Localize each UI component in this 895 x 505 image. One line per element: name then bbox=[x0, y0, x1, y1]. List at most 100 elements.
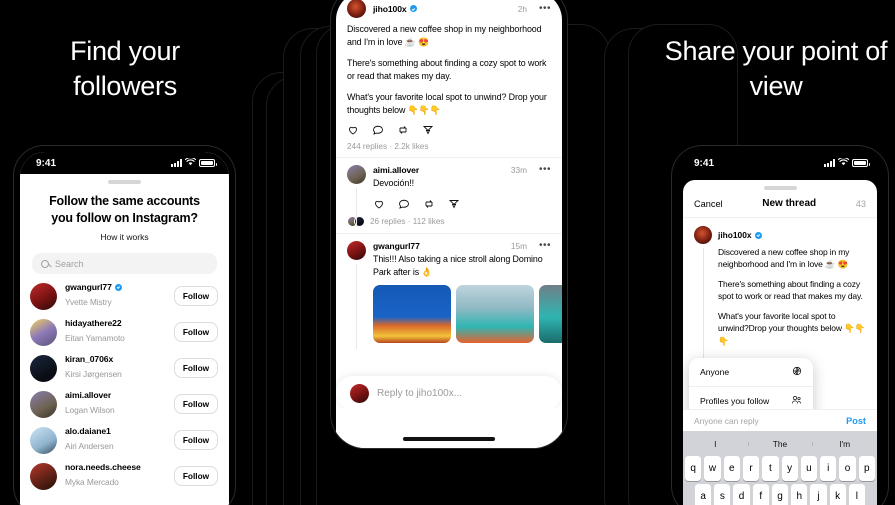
key-h[interactable]: h bbox=[791, 484, 808, 505]
reply-icon[interactable] bbox=[372, 124, 384, 136]
list-item[interactable]: alo.daiane1 Airi Andersen Follow bbox=[20, 422, 229, 458]
audience-option-label: Anyone bbox=[700, 367, 730, 377]
key-l[interactable]: l bbox=[848, 484, 865, 505]
prediction-chip[interactable]: I'm bbox=[812, 439, 877, 449]
status-icons bbox=[824, 157, 870, 168]
follow-button[interactable]: Follow bbox=[174, 286, 218, 306]
key-u[interactable]: u bbox=[800, 456, 818, 481]
key-a[interactable]: a bbox=[695, 484, 712, 505]
key-r[interactable]: r bbox=[742, 456, 760, 481]
post-username[interactable]: jiho100x bbox=[373, 4, 417, 14]
thread-connector bbox=[356, 263, 357, 349]
more-options-icon[interactable]: ••• bbox=[539, 3, 551, 14]
follow-button[interactable]: Follow bbox=[174, 394, 218, 414]
post-actions bbox=[347, 117, 551, 136]
avatar[interactable] bbox=[347, 240, 366, 260]
followers-list: gwangurl77 Yvette Mistry Follow hidayath… bbox=[20, 278, 229, 494]
post-media-carousel[interactable] bbox=[373, 279, 562, 343]
post-stats[interactable]: 26 replies · 112 likes bbox=[370, 217, 444, 226]
verified-badge-icon bbox=[409, 5, 417, 12]
key-t[interactable]: t bbox=[762, 456, 779, 481]
list-item[interactable]: gwangurl77 Yvette Mistry Follow bbox=[20, 278, 229, 314]
keyboard-predictions: I The I'm bbox=[683, 434, 877, 453]
right-screen: 9:41 Cancel New thread 43 jiho100x Disco… bbox=[678, 152, 882, 505]
list-item-username: aimi.allover bbox=[65, 390, 112, 400]
battery-icon bbox=[199, 159, 217, 167]
prediction-chip[interactable]: The bbox=[747, 439, 813, 449]
thread-post[interactable]: gwangurl77 15m ••• This!!! Also taking a… bbox=[336, 234, 562, 349]
audience-option-anyone[interactable]: Anyone bbox=[689, 358, 813, 387]
repost-icon[interactable] bbox=[397, 124, 409, 136]
repost-icon[interactable] bbox=[423, 198, 435, 210]
status-time: 9:41 bbox=[694, 157, 715, 169]
post-button[interactable]: Post bbox=[846, 416, 866, 426]
status-time: 9:41 bbox=[36, 157, 57, 169]
media-image[interactable] bbox=[456, 284, 534, 343]
key-s[interactable]: s bbox=[714, 484, 731, 505]
post-paragraph: What's your favorite local spot to unwin… bbox=[347, 92, 547, 116]
key-i[interactable]: i bbox=[820, 456, 837, 481]
share-icon[interactable] bbox=[422, 124, 434, 136]
more-options-icon[interactable]: ••• bbox=[539, 165, 551, 175]
prediction-chip[interactable]: I bbox=[683, 439, 748, 449]
phone-left: 9:41 Follow the same accounts you follow… bbox=[14, 146, 235, 505]
keyboard-row-1: q w e r t y u i o p bbox=[683, 453, 877, 481]
list-item-meta: kiran_0706x Kirsi Jørgensen bbox=[65, 354, 166, 382]
media-image[interactable] bbox=[539, 284, 562, 343]
list-item-meta: hidayathere22 Eitan Yamamoto bbox=[65, 318, 166, 346]
reply-placeholder: Reply to jiho100x... bbox=[377, 387, 463, 399]
more-options-icon[interactable]: ••• bbox=[539, 240, 551, 251]
like-icon[interactable] bbox=[373, 198, 385, 210]
key-y[interactable]: y bbox=[781, 456, 798, 481]
reply-policy-button[interactable]: Anyone can reply bbox=[694, 416, 759, 426]
list-item-username: kiran_0706x bbox=[65, 354, 114, 364]
list-item[interactable]: aimi.allover Logan Wilson Follow bbox=[20, 386, 229, 422]
list-item[interactable]: kiran_0706x Kirsi Jørgensen Follow bbox=[20, 350, 229, 386]
list-item-meta: nora.needs.cheese Myka Mercado bbox=[65, 462, 166, 490]
like-icon[interactable] bbox=[347, 124, 359, 136]
share-icon[interactable] bbox=[448, 198, 460, 210]
list-item-meta: aimi.allover Logan Wilson bbox=[65, 390, 166, 418]
post-username[interactable]: gwangurl77 bbox=[373, 241, 420, 251]
media-image[interactable] bbox=[373, 284, 451, 343]
key-d[interactable]: d bbox=[733, 484, 750, 505]
key-g[interactable]: g bbox=[771, 484, 789, 505]
list-item-fullname: Myka Mercado bbox=[65, 477, 119, 487]
list-item-username: gwangurl77 bbox=[65, 282, 166, 292]
key-j[interactable]: j bbox=[810, 484, 827, 505]
post-header: gwangurl77 15m ••• bbox=[373, 240, 551, 251]
avatar[interactable] bbox=[347, 0, 366, 18]
reply-icon[interactable] bbox=[398, 198, 410, 210]
follow-button[interactable]: Follow bbox=[174, 466, 218, 486]
compose-navbar: Cancel New thread 43 bbox=[683, 190, 877, 218]
character-count: 43 bbox=[855, 198, 866, 209]
compose-area[interactable]: jiho100x Discovered a new coffee shop in… bbox=[683, 218, 877, 358]
signal-icon bbox=[171, 159, 182, 167]
key-k[interactable]: k bbox=[829, 484, 846, 505]
cancel-button[interactable]: Cancel bbox=[694, 199, 723, 209]
post-username[interactable]: aimi.allover bbox=[373, 165, 419, 175]
follow-button[interactable]: Follow bbox=[174, 430, 218, 450]
thread-post[interactable]: aimi.allover 33m ••• Devoción!! 26 repli… bbox=[336, 158, 562, 234]
home-indicator[interactable] bbox=[403, 437, 495, 441]
follow-button[interactable]: Follow bbox=[174, 322, 218, 342]
post-paragraph: Devoción!! bbox=[373, 178, 414, 189]
list-item[interactable]: hidayathere22 Eitan Yamamoto Follow bbox=[20, 314, 229, 350]
compose-text[interactable]: Discovered a new coffee shop in my neigh… bbox=[694, 244, 866, 347]
thread-post[interactable]: jiho100x 2h ••• Discovered a new coffee … bbox=[336, 0, 562, 159]
key-p[interactable]: p bbox=[858, 456, 875, 481]
reply-composer-bar[interactable]: Reply to jiho100x... bbox=[336, 376, 562, 410]
key-q[interactable]: q bbox=[685, 456, 702, 481]
key-w[interactable]: w bbox=[704, 456, 721, 481]
wifi-icon bbox=[184, 157, 197, 168]
key-o[interactable]: o bbox=[839, 456, 856, 481]
post-paragraph: There's something about finding a cozy s… bbox=[347, 58, 547, 82]
search-input[interactable]: Search bbox=[32, 253, 217, 274]
how-it-works-link[interactable]: How it works bbox=[20, 226, 229, 242]
key-f[interactable]: f bbox=[752, 484, 769, 505]
post-stats[interactable]: 244 replies · 2.2k likes bbox=[347, 136, 551, 151]
list-item[interactable]: nora.needs.cheese Myka Mercado Follow bbox=[20, 458, 229, 494]
follow-button[interactable]: Follow bbox=[174, 358, 218, 378]
key-e[interactable]: e bbox=[723, 456, 740, 481]
thread-connector bbox=[703, 248, 704, 358]
